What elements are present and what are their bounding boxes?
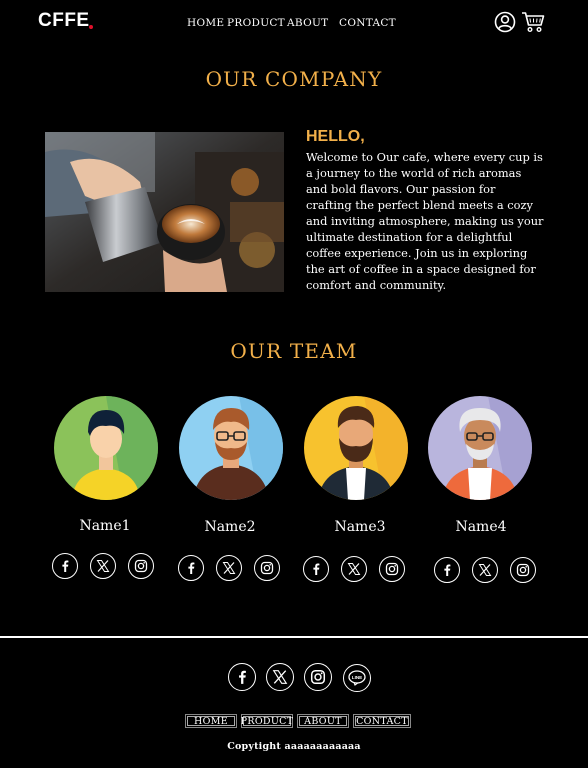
team-member-avatar-1 [54, 396, 158, 500]
footer-link-home[interactable]: HOME [185, 714, 237, 728]
facebook-icon[interactable] [228, 663, 256, 691]
line-icon-label: LINE [352, 675, 362, 680]
barista-photo [45, 132, 284, 292]
x-icon[interactable] [216, 555, 242, 581]
facebook-icon[interactable] [434, 557, 460, 583]
team-member-avatar-4 [428, 396, 532, 500]
facebook-icon[interactable] [178, 555, 204, 581]
user-icon[interactable] [494, 11, 516, 37]
instagram-icon[interactable] [254, 555, 280, 581]
instagram-icon[interactable] [304, 663, 332, 691]
nav-product[interactable]: PRODUCT [227, 17, 285, 29]
nav-contact[interactable]: CONTACT [339, 17, 396, 29]
footer-divider [0, 636, 588, 638]
facebook-icon[interactable] [303, 556, 329, 582]
team-member-name-1: Name1 [79, 518, 131, 534]
team-member-name-2: Name2 [204, 519, 256, 535]
copyright: Copytight aaaaaaaaaaaa [227, 741, 361, 752]
instagram-icon[interactable] [510, 557, 536, 583]
company-heading: OUR COMPANY [205, 67, 383, 91]
facebook-icon[interactable] [52, 553, 78, 579]
footer-link-contact[interactable]: CONTACT [353, 714, 411, 728]
team-member-name-4: Name4 [455, 519, 507, 535]
x-icon[interactable] [90, 553, 116, 579]
x-icon[interactable] [266, 663, 294, 691]
team-member-avatar-3 [304, 396, 408, 500]
logo[interactable]: CFFE [38, 10, 90, 32]
team-member-avatar-2 [179, 396, 283, 500]
nav-home[interactable]: HOME [187, 17, 224, 29]
cart-icon[interactable] [521, 11, 545, 37]
x-icon[interactable] [472, 557, 498, 583]
team-member-name-3: Name3 [334, 519, 386, 535]
footer-link-about[interactable]: ABOUT [297, 714, 349, 728]
logo-dot [89, 25, 93, 29]
line-icon[interactable]: LINE [343, 664, 371, 692]
x-icon[interactable] [341, 556, 367, 582]
hello-heading: HELLO, [306, 128, 365, 145]
instagram-icon[interactable] [128, 553, 154, 579]
nav-about[interactable]: ABOUT [287, 17, 328, 29]
instagram-icon[interactable] [379, 556, 405, 582]
team-heading: OUR TEAM [230, 339, 358, 363]
footer-link-product[interactable]: PRODUCT [241, 714, 293, 728]
company-description: Welcome to Our cafe, where every cup is … [306, 150, 544, 292]
